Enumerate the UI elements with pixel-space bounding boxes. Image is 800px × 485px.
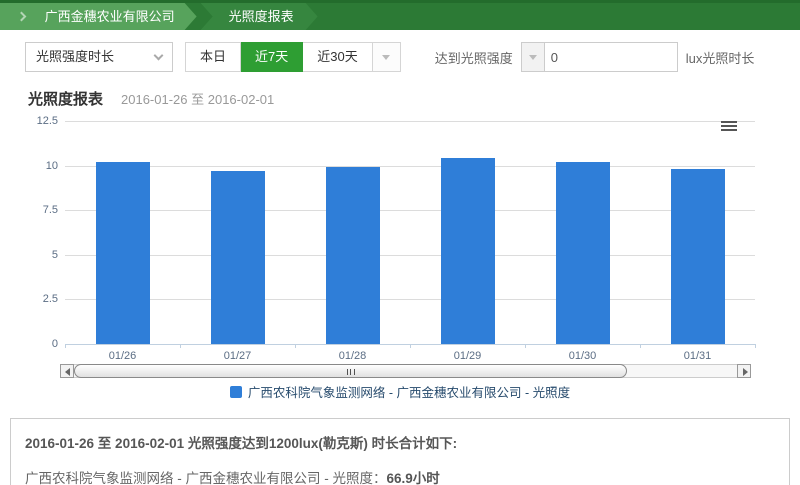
- caret-down-icon: [529, 55, 537, 60]
- scrollbar-thumb[interactable]: [74, 364, 627, 378]
- bar-01-29[interactable]: [441, 158, 495, 344]
- axis-tick: [755, 344, 756, 348]
- bar-01-30[interactable]: [556, 162, 610, 344]
- report-date-range: 2016-01-26 至 2016-02-01: [121, 89, 274, 108]
- page: 广西金穗农业有限公司 光照度报表 光照强度时长 本日 近7天 近30天 达到光照…: [0, 0, 800, 485]
- bar-01-26[interactable]: [96, 162, 150, 344]
- chevron-down-icon: [154, 51, 164, 61]
- date-range-button-group: 本日 近7天 近30天: [185, 42, 401, 72]
- report-header: 光照度报表 2016-01-26 至 2016-02-01: [0, 84, 800, 110]
- chart-scrollbar: [60, 364, 751, 378]
- caret-down-icon: [382, 55, 390, 60]
- x-tick-label: 01/29: [410, 350, 525, 362]
- range-button-7days[interactable]: 近7天: [241, 42, 303, 72]
- metric-select-value: 光照强度时长: [36, 49, 114, 64]
- gridline: [65, 166, 755, 167]
- legend-marker: [230, 386, 242, 398]
- bar-01-28[interactable]: [326, 167, 380, 344]
- triangle-right-icon: [743, 368, 748, 376]
- axis-tick: [525, 344, 526, 348]
- threshold-input[interactable]: [545, 42, 678, 72]
- gridline: [65, 255, 755, 256]
- x-tick-label: 01/27: [180, 350, 295, 362]
- page-title: 光照度报表: [28, 88, 103, 109]
- axis-tick: [410, 344, 411, 348]
- y-tick-label: 7.5: [3, 204, 58, 216]
- metric-select[interactable]: 光照强度时长: [25, 42, 173, 72]
- filter-toolbar: 光照强度时长 本日 近7天 近30天 达到光照强度 lux光照时长: [0, 30, 800, 84]
- light-intensity-chart: 0 2.5 5 7.5 10 12.5 01/2601/2701/2801/2901/300…: [0, 110, 800, 408]
- summary-line-label: 广西农科院气象监测网络 - 广西金穗农业有限公司 - 光照度：: [25, 471, 387, 485]
- gridline: [65, 210, 755, 211]
- range-button-today[interactable]: 本日: [185, 42, 241, 72]
- threshold-caret-button[interactable]: [521, 42, 545, 72]
- breadcrumb-item-report[interactable]: 光照度报表: [201, 3, 318, 30]
- axis-tick: [65, 344, 66, 348]
- y-tick-label: 2.5: [3, 293, 58, 305]
- gridline: [65, 299, 755, 300]
- legend-item[interactable]: 广西农科院气象监测网络 - 广西金穗农业有限公司 - 光照度: [0, 382, 800, 401]
- threshold-label: 达到光照强度: [435, 48, 513, 67]
- y-tick-label: 10: [3, 160, 58, 172]
- breadcrumb-item-company[interactable]: 广西金穗农业有限公司: [0, 3, 197, 30]
- y-tick-label: 12.5: [3, 115, 58, 127]
- scrollbar-grip-icon: [347, 369, 355, 375]
- breadcrumb: 广西金穗农业有限公司 光照度报表: [0, 0, 800, 30]
- summary-line: 广西农科院气象监测网络 - 广西金穗农业有限公司 - 光照度：66.9小时: [25, 467, 775, 485]
- y-tick-label: 5: [3, 249, 58, 261]
- axis-tick: [180, 344, 181, 348]
- unit-label: lux光照时长: [686, 48, 755, 67]
- axis-tick: [640, 344, 641, 348]
- summary-box: 2016-01-26 至 2016-02-01 光照强度达到1200lux(勒克…: [10, 418, 790, 485]
- bar-01-31[interactable]: [671, 169, 725, 344]
- legend-label: 广西农科院气象监测网络 - 广西金穗农业有限公司 - 光照度: [248, 382, 570, 401]
- scroll-left-button[interactable]: [60, 364, 74, 378]
- y-tick-label: 0: [3, 338, 58, 350]
- triangle-left-icon: [65, 368, 70, 376]
- chevron-right-icon: [17, 12, 27, 22]
- summary-heading: 2016-01-26 至 2016-02-01 光照强度达到1200lux(勒克…: [25, 432, 775, 452]
- x-tick-label: 01/26: [65, 350, 180, 362]
- x-tick-label: 01/28: [295, 350, 410, 362]
- bar-01-27[interactable]: [211, 171, 265, 344]
- gridline: [65, 121, 755, 122]
- range-more-button[interactable]: [373, 42, 401, 72]
- x-tick-label: 01/30: [525, 350, 640, 362]
- summary-value: 66.9小时: [387, 471, 440, 485]
- axis-tick: [295, 344, 296, 348]
- scroll-right-button[interactable]: [737, 364, 751, 378]
- export-menu-icon[interactable]: [720, 120, 738, 134]
- range-button-30days[interactable]: 近30天: [303, 42, 372, 72]
- plot-area: 02.557.51012.501/2601/2701/2801/2901/300…: [65, 122, 755, 345]
- x-tick-label: 01/31: [640, 350, 755, 362]
- breadcrumb-item-label: 广西金穗农业有限公司: [45, 9, 175, 24]
- breadcrumb-item-label: 光照度报表: [229, 9, 294, 24]
